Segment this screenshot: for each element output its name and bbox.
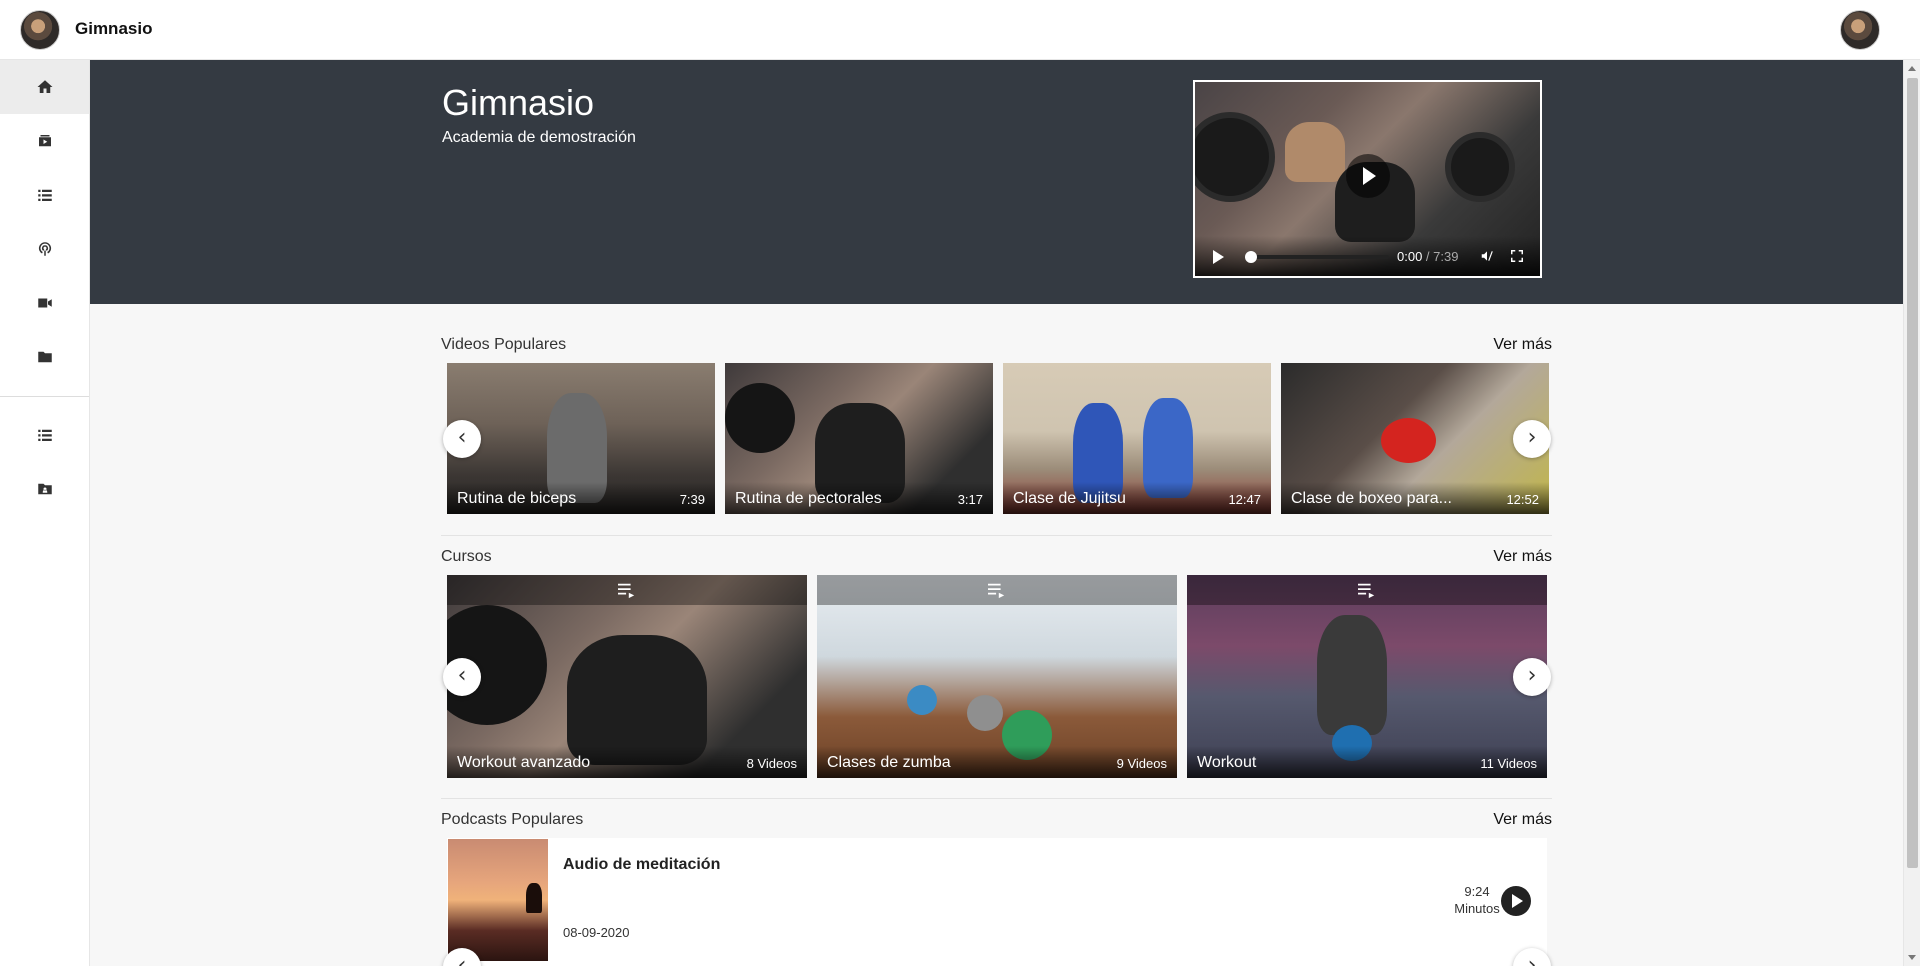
sidebar-item-files[interactable] [0, 330, 89, 384]
video-duration: 7:39 [679, 492, 705, 507]
folder-icon [37, 351, 52, 363]
list-icon [37, 429, 52, 441]
carousel-next-button[interactable]: › [1513, 658, 1551, 696]
video-library-icon [38, 135, 51, 147]
carousel-prev-button[interactable]: ‹ [443, 658, 481, 696]
podcast-duration: 9:24 Minutos [1447, 883, 1507, 917]
scroll-thumb[interactable] [1907, 78, 1918, 868]
playlist-icon [618, 583, 635, 599]
carousel-prev-button[interactable]: ‹ [443, 420, 481, 458]
sidebar-item-my-lists[interactable] [0, 408, 89, 462]
podcast-icon [38, 242, 51, 256]
course-title: Clases de zumba [827, 754, 951, 771]
boxing-glove-graphic [1381, 418, 1436, 463]
home-icon [37, 80, 52, 93]
section-divider [441, 535, 1552, 536]
see-more-videos-link[interactable]: Ver más [1493, 336, 1552, 354]
playlist-icon [988, 583, 1005, 599]
mute-icon[interactable] [1480, 249, 1494, 263]
progress-bar[interactable] [1249, 255, 1389, 259]
course-video-count: 11 Videos [1480, 756, 1537, 771]
meditation-figure [526, 883, 542, 913]
player-time: 0:00 / 7:39 [1397, 249, 1458, 264]
video-player[interactable]: 0:00 / 7:39 [1193, 80, 1542, 278]
section-divider [441, 798, 1552, 799]
big-play-button[interactable] [1346, 154, 1390, 198]
hero-title: Gimnasio [442, 82, 595, 123]
see-more-podcasts-link[interactable]: Ver más [1493, 811, 1552, 829]
exercise-ball-graphic [967, 695, 1003, 731]
podcast-card[interactable]: Audio de meditación 08-09-2020 9:24 Minu… [447, 838, 1547, 966]
video-title: Rutina de biceps [457, 490, 577, 507]
video-duration: 12:52 [1506, 492, 1539, 507]
scroll-down-icon[interactable] [1908, 955, 1916, 960]
carousel-next-button[interactable]: › [1513, 420, 1551, 458]
video-title: Clase de Jujitsu [1013, 490, 1126, 507]
sidebar-item-videos[interactable] [0, 114, 89, 168]
folder-user-icon [37, 483, 52, 495]
sidebar-item-live[interactable] [0, 276, 89, 330]
podcast-title: Audio de meditación [563, 856, 721, 873]
podcast-play-button[interactable] [1501, 886, 1531, 916]
course-title: Workout avanzado [457, 754, 591, 771]
section-title-videos: Videos Populares [441, 336, 567, 353]
exercise-ball-graphic [907, 685, 937, 715]
section-title-podcasts: Podcasts Populares [441, 811, 584, 828]
course-card[interactable]: Clases de zumba 9 Videos [817, 575, 1177, 778]
podcast-date: 08-09-2020 [563, 925, 630, 940]
course-card[interactable]: Workout avanzado 8 Videos [447, 575, 807, 778]
top-bar: Gimnasio [0, 0, 1920, 60]
see-more-courses-link[interactable]: Ver más [1493, 548, 1552, 566]
athlete-figure [1285, 122, 1345, 182]
scroll-up-icon[interactable] [1908, 66, 1916, 71]
course-card[interactable]: Workout 11 Videos [1187, 575, 1547, 778]
hero-banner: Gimnasio Academia de demostración 0:00 /… [90, 60, 1903, 304]
fullscreen-icon[interactable] [1510, 249, 1524, 263]
video-duration: 3:17 [957, 492, 983, 507]
playlist-icon [1358, 583, 1375, 599]
sidebar-item-my-folder[interactable] [0, 462, 89, 516]
player-controls: 0:00 / 7:39 [1195, 236, 1540, 276]
dumbbell-graphic [1445, 132, 1515, 202]
play-icon[interactable] [1213, 250, 1224, 264]
video-duration: 12:47 [1228, 492, 1261, 507]
video-card[interactable]: Clase de boxeo para... 12:52 [1281, 363, 1549, 514]
hero-subtitle: Academia de demostración [442, 129, 636, 146]
video-title: Rutina de pectorales [735, 490, 882, 507]
videocam-icon [37, 298, 52, 308]
app-logo-avatar[interactable] [20, 10, 60, 50]
course-video-count: 9 Videos [1116, 756, 1167, 771]
dumbbell-graphic [725, 383, 795, 453]
user-avatar[interactable] [1840, 10, 1880, 50]
sidebar-item-lists[interactable] [0, 168, 89, 222]
podcast-duration-value: 9:24 [1464, 884, 1490, 899]
sidebar-divider [0, 396, 89, 397]
athlete-figure [1317, 615, 1387, 735]
sidebar-item-home[interactable] [0, 60, 89, 114]
list-icon [37, 189, 52, 201]
video-title: Clase de boxeo para... [1291, 490, 1452, 507]
progress-handle[interactable] [1245, 251, 1257, 263]
sidebar [0, 60, 90, 966]
current-time: 0:00 [1397, 249, 1423, 264]
course-title: Workout [1197, 754, 1257, 771]
video-card[interactable]: Clase de Jujitsu 12:47 [1003, 363, 1271, 514]
podcast-cover [448, 839, 548, 961]
section-title-courses: Cursos [441, 548, 492, 565]
page-scrollbar[interactable] [1903, 60, 1920, 966]
dumbbell-graphic [1195, 112, 1275, 202]
video-card[interactable]: Rutina de pectorales 3:17 [725, 363, 993, 514]
sidebar-item-podcasts[interactable] [0, 222, 89, 276]
video-card[interactable]: Rutina de biceps 7:39 [447, 363, 715, 514]
course-video-count: 8 Videos [746, 756, 797, 771]
time-separator: / [1422, 249, 1434, 264]
app-title[interactable]: Gimnasio [75, 19, 152, 39]
total-duration: 7:39 [1433, 249, 1459, 264]
podcast-duration-unit: Minutos [1454, 901, 1500, 916]
